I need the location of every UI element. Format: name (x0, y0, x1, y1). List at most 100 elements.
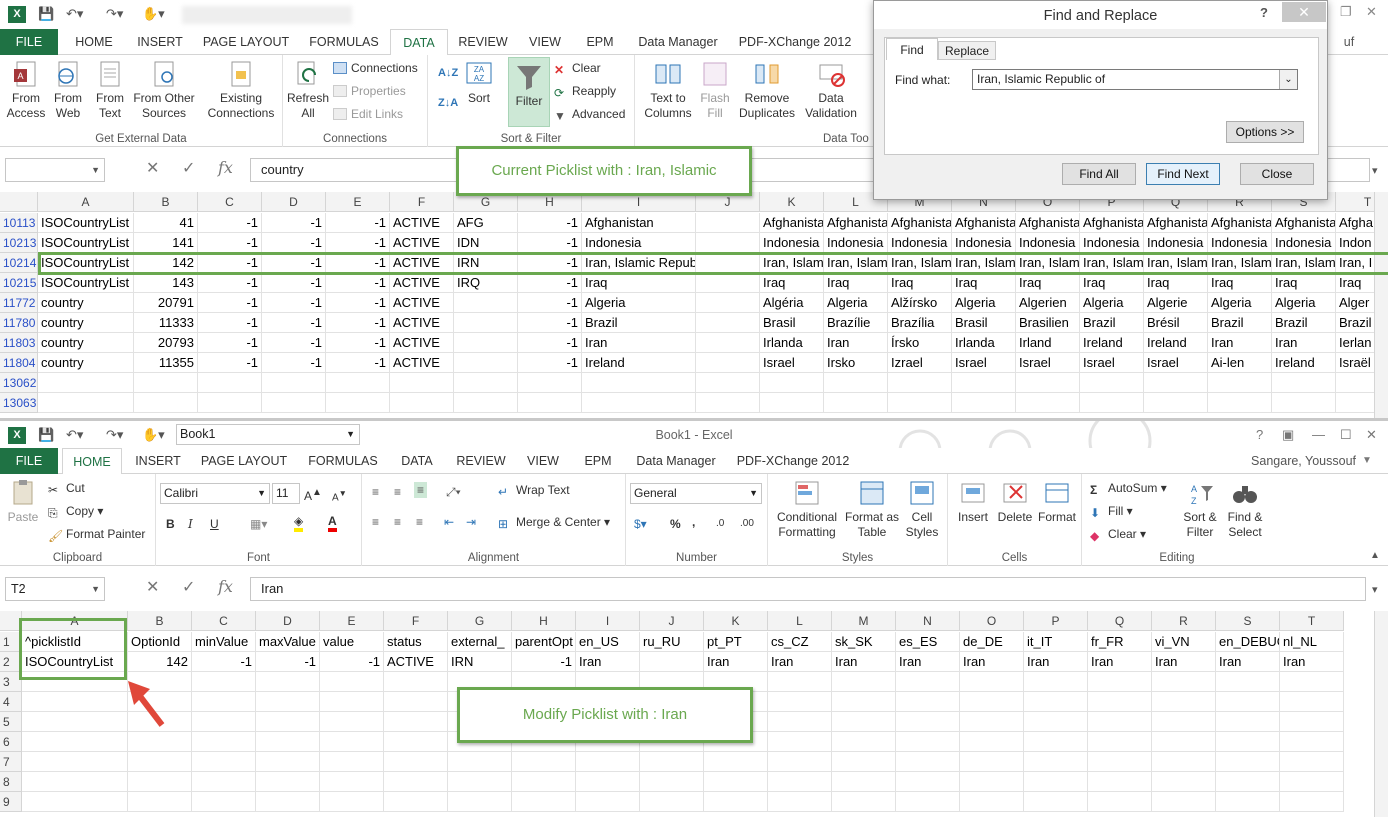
italic-button[interactable]: I (188, 516, 193, 532)
tab-replace[interactable]: Replace (938, 41, 996, 60)
reapply-button[interactable]: ⟳ Reapply (554, 83, 616, 100)
column-header-b[interactable]: B (128, 611, 192, 631)
cell-g-11780[interactable] (454, 313, 518, 333)
cell-c-8[interactable] (192, 772, 256, 792)
insert-function-icon[interactable]: fx (218, 577, 233, 596)
cell-c-5[interactable] (192, 712, 256, 732)
cell-s-13063[interactable] (1272, 393, 1336, 413)
tab-epm[interactable]: EPM (576, 448, 620, 474)
cell-c-13063[interactable] (198, 393, 262, 413)
cell-s-6[interactable] (1216, 732, 1280, 752)
cell-o-1[interactable]: de_DE (960, 632, 1024, 652)
insert-function-icon[interactable]: fx (218, 158, 233, 177)
cell-e-11803[interactable]: -1 (326, 333, 390, 353)
cell-g-11772[interactable] (454, 293, 518, 313)
cell-k-11803[interactable]: Irlanda (760, 333, 824, 353)
decrease-indent-icon[interactable]: ⇤ (444, 514, 454, 530)
advanced-button[interactable]: ▼ Advanced (554, 106, 625, 123)
column-header-p[interactable]: P (1024, 611, 1088, 631)
cell-d-11803[interactable]: -1 (262, 333, 326, 353)
tab-find[interactable]: Find (886, 38, 938, 60)
cell-c-6[interactable] (192, 732, 256, 752)
underline-button[interactable]: U (210, 516, 219, 532)
align-middle-icon[interactable]: ≡ (394, 484, 401, 500)
grow-font-icon[interactable]: A▲ (304, 485, 322, 504)
cell-d-2[interactable]: -1 (256, 652, 320, 672)
cell-q-8[interactable] (1088, 772, 1152, 792)
user-name[interactable]: Sangare, Youssouf (1230, 448, 1356, 474)
column-header-d[interactable]: D (256, 611, 320, 631)
cell-n-5[interactable] (896, 712, 960, 732)
cell-c-11772[interactable]: -1 (198, 293, 262, 313)
find-select-button[interactable]: Find & Select (1222, 478, 1268, 540)
enter-check-icon[interactable]: ✓ (182, 577, 195, 596)
existing-connections-button[interactable]: Existing Connections (204, 59, 278, 121)
cell-r-5[interactable] (1152, 712, 1216, 732)
cell-c-11803[interactable]: -1 (198, 333, 262, 353)
align-center-icon[interactable]: ≡ (394, 514, 401, 530)
row-header[interactable]: 8 (0, 772, 22, 792)
minimize-icon[interactable]: — (1312, 427, 1325, 442)
cell-s-8[interactable] (1216, 772, 1280, 792)
cell-q-10213[interactable]: Indonesia (1144, 233, 1208, 253)
restore-icon[interactable]: ❐ (1340, 4, 1352, 20)
wrap-text-button[interactable]: ↵ Wrap Text (498, 482, 570, 499)
column-header-o[interactable]: O (960, 611, 1024, 631)
increase-decimal-icon[interactable]: .0 (716, 516, 724, 532)
cell-r-3[interactable] (1152, 672, 1216, 692)
cell-m-11780[interactable]: Brazília (888, 313, 952, 333)
tab-data[interactable]: DATA (392, 448, 442, 474)
cell-i-8[interactable] (576, 772, 640, 792)
cell-i-10213[interactable]: Indonesia (582, 233, 696, 253)
top-sheet-grid[interactable]: A B C D E F G H I J K L M N O P Q R S T 10113 ISOCountryList 4… (0, 192, 1388, 418)
cell-s-11772[interactable]: Algeria (1272, 293, 1336, 313)
cell-e-9[interactable] (320, 792, 384, 812)
tab-view[interactable]: VIEW (520, 448, 566, 474)
cell-s-10215[interactable]: Iraq (1272, 273, 1336, 293)
cell-c-13062[interactable] (198, 373, 262, 393)
cell-k-11780[interactable]: Brasil (760, 313, 824, 333)
cell-q-11803[interactable]: Ireland (1144, 333, 1208, 353)
cell-m-11804[interactable]: Izrael (888, 353, 952, 373)
cell-o-10215[interactable]: Iraq (1016, 273, 1080, 293)
data-validation-button[interactable]: Data Validation (801, 59, 861, 121)
cell-i-11772[interactable]: Algeria (582, 293, 696, 313)
cell-l-13062[interactable] (824, 373, 888, 393)
cell-c-7[interactable] (192, 752, 256, 772)
cell-t-8[interactable] (1280, 772, 1344, 792)
cell-m-1[interactable]: sk_SK (832, 632, 896, 652)
cell-f-13062[interactable] (390, 373, 454, 393)
cell-o-11780[interactable]: Brasilien (1016, 313, 1080, 333)
tab-review[interactable]: REVIEW (452, 448, 510, 474)
cell-k-8[interactable] (704, 772, 768, 792)
chevron-down-icon[interactable]: ▼ (91, 159, 100, 181)
row-header[interactable]: 9 (0, 792, 22, 812)
column-header-e[interactable]: E (326, 192, 390, 212)
cell-t-1[interactable]: nl_NL (1280, 632, 1344, 652)
chevron-down-icon[interactable]: ⌄ (1279, 70, 1297, 89)
cell-n-9[interactable] (896, 792, 960, 812)
cell-p-11780[interactable]: Brazil (1080, 313, 1144, 333)
tab-data-manager[interactable]: Data Manager (630, 448, 722, 474)
cell-d-3[interactable] (256, 672, 320, 692)
paste-button[interactable]: Paste (4, 478, 42, 525)
cell-i-10215[interactable]: Iraq (582, 273, 696, 293)
vertical-scrollbar[interactable] (1374, 192, 1388, 418)
cell-p-10113[interactable]: Afghanista (1080, 213, 1144, 233)
cell-h-2[interactable]: -1 (512, 652, 576, 672)
cell-l-2[interactable]: Iran (768, 652, 832, 672)
cell-n-10215[interactable]: Iraq (952, 273, 1016, 293)
cell-a-11780[interactable]: country (38, 313, 134, 333)
cell-l-5[interactable] (768, 712, 832, 732)
cell-f-11804[interactable]: ACTIVE (390, 353, 454, 373)
refresh-all-button[interactable]: Refresh All (285, 59, 331, 121)
cell-d-8[interactable] (256, 772, 320, 792)
cell-a-11772[interactable]: country (38, 293, 134, 313)
cell-e-7[interactable] (320, 752, 384, 772)
cell-o-8[interactable] (960, 772, 1024, 792)
column-header-e[interactable]: E (320, 611, 384, 631)
cell-n-11772[interactable]: Algeria (952, 293, 1016, 313)
cell-j-1[interactable]: ru_RU (640, 632, 704, 652)
cell-m-4[interactable] (832, 692, 896, 712)
cell-h-11804[interactable]: -1 (518, 353, 582, 373)
